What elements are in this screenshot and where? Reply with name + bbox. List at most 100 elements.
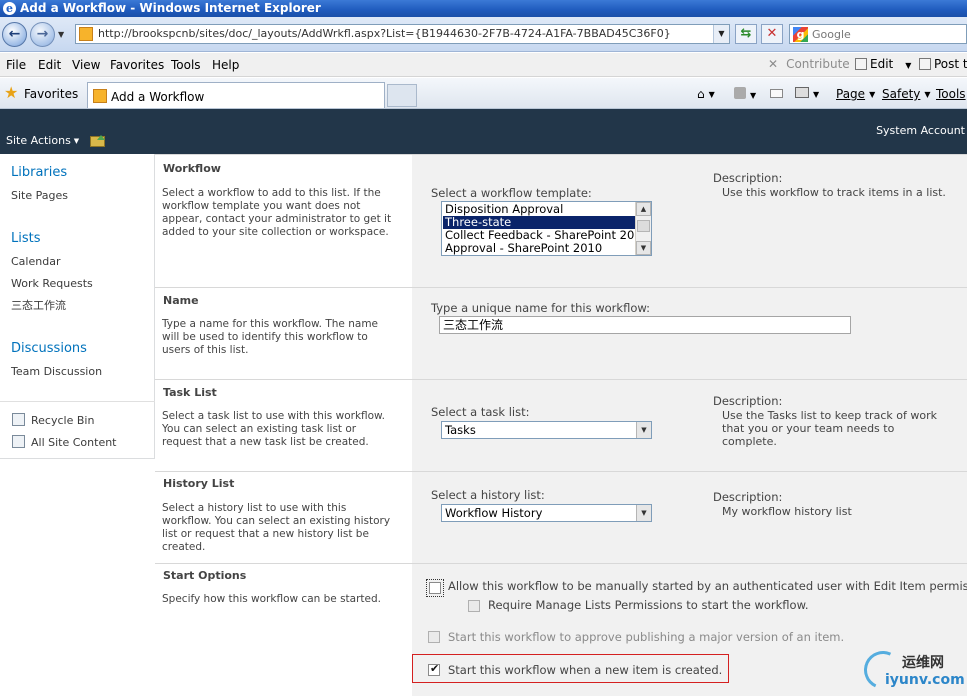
start-options-section-label: Start Options Specify how this workflow … (155, 564, 412, 696)
mail-icon (770, 89, 783, 98)
scroll-down-icon[interactable]: ▼ (636, 241, 651, 255)
tab-title: Add a Workflow (111, 90, 205, 104)
task-list-desc-text: Use the Tasks list to keep track of work… (722, 409, 937, 448)
nav-team-discussion[interactable]: Team Discussion (11, 365, 102, 378)
stop-button[interactable]: ✕ (761, 24, 783, 44)
manage-lists-checkbox[interactable] (468, 600, 480, 612)
manual-start-checkbox[interactable] (429, 582, 441, 594)
browser-tab[interactable]: Add a Workflow (87, 82, 385, 108)
nav-workflow-list[interactable]: 三态工作流 (11, 297, 66, 313)
edit-dropdown-icon[interactable]: ▼ (905, 61, 911, 70)
window-title: Add a Workflow - Windows Internet Explor… (20, 1, 321, 15)
edit-pencil-icon (855, 58, 867, 70)
task-list-dropdown-icon[interactable]: ▼ (636, 422, 651, 438)
start-options-section-desc: Specify how this workflow can be started… (162, 593, 381, 605)
nav-all-site-content[interactable]: All Site Content (31, 436, 117, 449)
back-button[interactable]: ← (2, 22, 27, 47)
home-button[interactable]: ⌂ ▼ (697, 87, 715, 101)
site-actions-label: Site Actions (6, 134, 71, 147)
address-dropdown-icon[interactable]: ▼ (713, 25, 729, 43)
favorites-bar: ★ Favorites Add a Workflow ⌂ ▼ ▼ ▼ Page ▼ … (0, 78, 967, 109)
sharepoint-ribbon: Site Actions ▼ System Account (0, 109, 967, 154)
menu-view[interactable]: View (72, 58, 100, 72)
listbox-scrollbar[interactable]: ▲ ▼ (635, 202, 651, 255)
home-dropdown-icon: ▼ (708, 90, 715, 99)
history-list-section: History List Select a history list to us… (155, 471, 967, 563)
tools-menu-button[interactable]: Tools▼ (936, 87, 967, 101)
task-list-section: Task List Select a task list to use with… (155, 379, 967, 471)
navigate-up-icon[interactable] (90, 135, 105, 147)
history-list-dropdown-icon[interactable]: ▼ (636, 505, 651, 521)
workflow-desc-text: Use this workflow to track items in a li… (722, 186, 946, 199)
quick-launch: Libraries Site Pages Lists Calendar Work… (0, 154, 155, 459)
task-list-select[interactable]: Tasks ▼ (441, 421, 652, 439)
scroll-up-icon[interactable]: ▲ (636, 202, 651, 216)
history-list-section-title: History List (163, 477, 235, 490)
nav-lists[interactable]: Lists (11, 231, 41, 246)
nav-discussions[interactable]: Discussions (11, 341, 87, 356)
feeds-button[interactable]: ▼ (734, 87, 756, 102)
safety-dropdown-icon: ▼ (924, 90, 931, 99)
name-section: Name Type a name for this workflow. The … (155, 287, 967, 379)
user-menu[interactable]: System Account (876, 124, 965, 137)
item-created-label: Start this workflow when a new item is c… (448, 663, 723, 677)
workflow-desc-label: Description: (713, 171, 783, 185)
page-menu-button[interactable]: Page ▼ (836, 87, 875, 101)
menu-help[interactable]: Help (212, 58, 239, 72)
print-button[interactable]: ▼ (795, 87, 819, 101)
favorites-star-icon[interactable]: ★ (4, 85, 18, 101)
home-icon: ⌂ (697, 87, 705, 101)
post-to-button[interactable]: Post to (919, 57, 967, 71)
nav-calendar[interactable]: Calendar (11, 255, 60, 268)
workflow-section-controls: Select a workflow template: Disposition … (412, 155, 967, 287)
nav-work-requests[interactable]: Work Requests (11, 277, 93, 290)
item-created-checkbox[interactable] (428, 662, 440, 676)
watermark-cn: 运维网 (902, 655, 944, 671)
close-x-icon: ✕ (768, 57, 779, 71)
all-site-content-icon (12, 435, 25, 448)
edit-button[interactable]: Edit ▼ (855, 57, 911, 71)
task-list-desc-label: Description: (713, 394, 783, 408)
history-list-desc-label: Description: (713, 490, 783, 504)
template-option-approval[interactable]: Approval - SharePoint 2010 (443, 242, 636, 255)
favorites-button[interactable]: Favorites (24, 87, 78, 101)
new-tab-button[interactable] (387, 84, 417, 107)
template-option-collect-feedback[interactable]: Collect Feedback - SharePoint 2010 (443, 229, 636, 242)
publish-start-checkbox[interactable] (428, 631, 440, 643)
task-list-section-desc: Select a task list to use with this work… (162, 410, 386, 448)
scroll-thumb[interactable] (637, 220, 650, 232)
template-option-three-state[interactable]: Three-state (443, 216, 636, 229)
workflow-template-listbox[interactable]: Disposition Approval Three-state Collect… (441, 201, 652, 256)
task-list-value: Tasks (445, 423, 476, 437)
template-option-disposition[interactable]: Disposition Approval (443, 203, 636, 216)
page-dropdown-icon: ▼ (869, 90, 876, 99)
refresh-button[interactable]: ⇆ (735, 24, 757, 44)
contribute-button[interactable]: ✕ Contribute (768, 57, 850, 71)
workflow-section-title: Workflow (163, 162, 221, 175)
address-input[interactable]: http://brookspcnb/sites/doc/_layouts/Add… (75, 24, 730, 44)
recent-pages-dropdown-icon[interactable]: ▼ (58, 30, 64, 39)
site-actions-menu[interactable]: Site Actions ▼ (6, 134, 79, 147)
menu-edit[interactable]: Edit (38, 58, 61, 72)
history-list-label: Select a history list: (431, 488, 545, 502)
safety-menu-button[interactable]: Safety ▼ (882, 87, 931, 101)
nav-libraries[interactable]: Libraries (11, 165, 67, 180)
nav-site-pages[interactable]: Site Pages (11, 189, 68, 202)
workflow-template-label: Select a workflow template: (431, 186, 592, 200)
search-input[interactable]: g Google (789, 24, 967, 44)
nav-recycle-bin[interactable]: Recycle Bin (31, 414, 94, 427)
print-dropdown-icon: ▼ (813, 90, 820, 99)
workflow-name-input[interactable]: 三态工作流 (439, 316, 851, 334)
edit-label: Edit (870, 57, 894, 71)
workflow-section: Workflow Select a workflow to add to thi… (155, 154, 967, 287)
history-list-select[interactable]: Workflow History ▼ (441, 504, 652, 522)
search-placeholder: Google (812, 28, 851, 41)
safety-menu-label: Safety (882, 87, 921, 101)
rss-icon (734, 87, 746, 99)
history-list-section-label: History List Select a history list to us… (155, 472, 412, 563)
menu-tools[interactable]: Tools (171, 58, 201, 72)
forward-button[interactable]: → (30, 22, 55, 47)
menu-file[interactable]: File (6, 58, 26, 72)
menu-favorites[interactable]: Favorites (110, 58, 164, 72)
mail-button[interactable] (770, 87, 783, 101)
